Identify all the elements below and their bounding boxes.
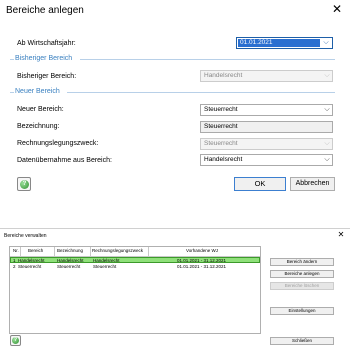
bisheriger-bereich-label: Bisheriger Bereich: <box>17 73 77 80</box>
column-header-zweck[interactable]: Rechnungslegungszweck <box>92 248 143 253</box>
cell-zweck: Steuerrecht <box>93 264 117 269</box>
datenuebernahme-value: Handelsrecht <box>204 156 243 163</box>
neuer-bereich-value: Steuerrecht <box>204 106 238 113</box>
rechnungslegungszweck-value: Steuerrecht <box>204 140 238 147</box>
chevron-down-icon: ⌵ <box>324 156 330 163</box>
datenuebernahme-select[interactable]: Handelsrecht ⌵ <box>200 154 333 166</box>
column-header-vorhandene-wj[interactable]: Vorhandene WJ <box>186 248 218 253</box>
column-header-bezeichnung[interactable]: Bezeichnung <box>57 248 83 253</box>
column-separator <box>20 247 21 256</box>
cell-bezeichnung: Steuerrecht <box>57 264 81 269</box>
group-line <box>10 59 14 60</box>
ok-button[interactable]: OK <box>234 177 286 191</box>
ab-wirtschaftsjahr-label: Ab Wirtschaftsjahr: <box>17 40 76 47</box>
chevron-down-icon: ⌵ <box>323 39 329 46</box>
schliessen-button[interactable]: Schließen <box>270 337 334 345</box>
bisheriger-bereich-select: Handelsrecht ⌵ <box>200 70 333 82</box>
group-title-neuer: Neuer Bereich <box>15 88 60 95</box>
help-button[interactable]: ? <box>17 177 31 191</box>
bereiche-loeschen-button: Bereiche löschen <box>270 282 334 290</box>
rechnungslegungszweck-select: Steuerrecht ⌵ <box>200 138 333 150</box>
help-icon: ? <box>12 337 19 344</box>
neuer-bereich-label: Neuer Bereich: <box>17 106 64 113</box>
close-icon[interactable]: ✕ <box>330 2 344 16</box>
group-title-bisheriger: Bisheriger Bereich <box>15 55 73 62</box>
bereiche-table: Nr. Bereich Bezeichnung Rechnungslegungs… <box>9 246 261 334</box>
bisheriger-bereich-value: Handelsrecht <box>204 72 243 79</box>
group-line <box>10 92 14 93</box>
ab-wirtschaftsjahr-value: 01.01.2021 <box>238 39 320 47</box>
help-icon: ? <box>20 180 29 189</box>
chevron-down-icon: ⌵ <box>324 72 330 79</box>
bereich-aendern-button[interactable]: Bereich ändern <box>270 258 334 266</box>
column-separator <box>90 247 91 256</box>
dialog-title: Bereiche verwalten <box>4 233 47 239</box>
table-row[interactable]: 1 Handelsrecht Handelsrecht Handelsrecht… <box>10 257 260 263</box>
table-row[interactable]: 2 Steuerrecht Steuerrecht Steuerrecht 01… <box>10 264 260 270</box>
group-line <box>80 59 335 60</box>
ab-wirtschaftsjahr-select[interactable]: 01.01.2021 ⌵ <box>236 37 333 49</box>
neuer-bereich-select[interactable]: Steuerrecht ⌵ <box>200 104 333 116</box>
close-icon[interactable]: ✕ <box>336 230 346 239</box>
bereiche-anlegen-dialog: Bereiche anlegen ✕ Ab Wirtschaftsjahr: 0… <box>0 0 350 192</box>
bereiche-verwalten-dialog: Bereiche verwalten ✕ Nr. Bereich Bezeich… <box>0 228 350 354</box>
column-header-bereich[interactable]: Bereich <box>28 248 43 253</box>
table-header: Nr. Bereich Bezeichnung Rechnungslegungs… <box>10 247 260 257</box>
help-button[interactable]: ? <box>10 335 21 346</box>
datenuebernahme-label: Datenübernahme aus Bereich: <box>17 157 112 164</box>
bereiche-anlegen-button[interactable]: Bereiche anlegen <box>270 270 334 278</box>
bezeichnung-label: Bezeichnung: <box>17 123 60 130</box>
cell-nr: 2 <box>13 264 16 269</box>
dialog-title: Bereiche anlegen <box>6 5 84 16</box>
einstellungen-button[interactable]: Einstellungen <box>270 307 334 315</box>
cell-bereich: Steuerrecht <box>18 264 42 269</box>
column-separator <box>54 247 55 256</box>
group-line <box>67 92 335 93</box>
chevron-down-icon: ⌵ <box>324 140 330 147</box>
cell-vorhandene-wj: 01.01.2021 - 31.12.2021 <box>177 264 227 269</box>
bezeichnung-field[interactable]: Steuerrecht <box>200 121 333 133</box>
column-header-nr[interactable]: Nr. <box>13 248 19 253</box>
column-separator <box>148 247 149 256</box>
abbrechen-button[interactable]: Abbrechen <box>290 177 335 191</box>
rechnungslegungszweck-label: Rechnungslegungszweck: <box>17 140 99 147</box>
chevron-down-icon: ⌵ <box>324 106 330 113</box>
